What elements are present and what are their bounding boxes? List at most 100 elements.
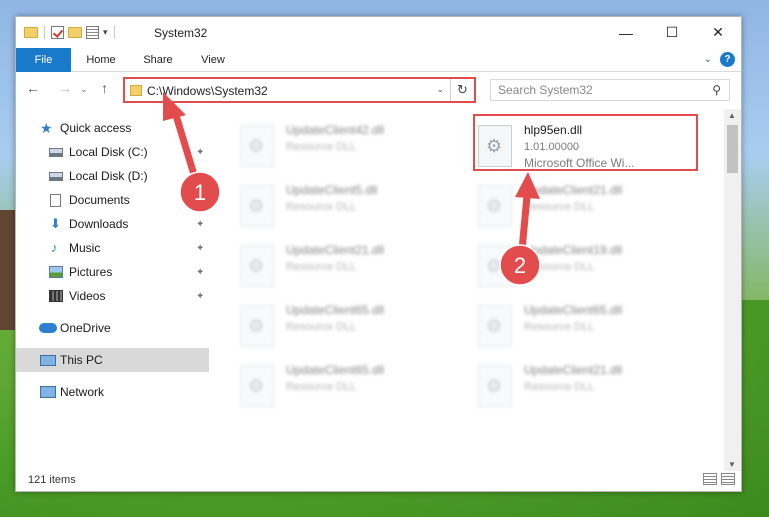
details-view-icon[interactable] [703, 473, 717, 485]
file-type: Resource DLL [524, 321, 595, 333]
address-path[interactable]: C:\Windows\System32 [147, 84, 268, 98]
sidebar-item-videos[interactable]: Videos ✦ [16, 284, 209, 308]
status-bar: 121 items [16, 469, 741, 491]
search-icon[interactable]: ⚲ [712, 83, 721, 97]
address-bar[interactable]: C:\Windows\System32 ⌄ ↻ [123, 77, 476, 103]
toolbar-separator [44, 25, 45, 39]
file-type: Resource DLL [286, 201, 357, 213]
title-bar: ▾ System32 — ☐ ✕ [16, 17, 741, 48]
file-item[interactable]: UpdateClient19.dll Resource DLL [450, 235, 688, 291]
customize-toolbar-dropdown-icon[interactable]: ▾ [103, 27, 108, 38]
tab-share[interactable]: Share [132, 48, 184, 72]
dll-file-icon [240, 185, 274, 227]
video-icon [49, 290, 63, 302]
file-name: UpdateClient21.dll [524, 363, 623, 377]
sidebar-item-this-pc[interactable]: This PC [16, 348, 209, 372]
file-item[interactable]: UpdateClient21.dll Resource DLL [212, 235, 450, 291]
sidebar-item-label: Network [60, 385, 105, 399]
address-dropdown-icon[interactable]: ⌄ [436, 84, 444, 95]
file-item[interactable]: UpdateClient21.dll Resource DLL [450, 175, 688, 231]
folder-icon [24, 26, 38, 38]
file-type: Resource DLL [524, 201, 595, 213]
file-item[interactable]: UpdateClient65.dll Resource DLL [212, 295, 450, 351]
file-item[interactable]: UpdateClient65.dll Resource DLL [450, 295, 688, 351]
scroll-up-arrow-icon[interactable]: ▲ [728, 111, 736, 120]
file-item[interactable]: UpdateClient5.dll Resource DLL [212, 175, 450, 231]
computer-icon [40, 354, 56, 366]
forward-arrow-icon[interactable]: → [58, 80, 72, 96]
navigation-pane: ★ Quick access Local Disk (C:) ✦ Local D… [16, 109, 209, 459]
sidebar-item-local-disk-c[interactable]: Local Disk (C:) ✦ [16, 140, 209, 164]
refresh-icon[interactable]: ↻ [450, 79, 474, 101]
sidebar-item-label: OneDrive [60, 321, 111, 335]
sidebar-item-label: Downloads [69, 217, 129, 231]
tab-view[interactable]: View [188, 48, 238, 72]
drive-icon [49, 171, 63, 181]
sidebar-item-network[interactable]: Network [16, 380, 209, 404]
scroll-down-arrow-icon[interactable]: ▼ [728, 460, 736, 469]
file-name: UpdateClient5.dll [286, 183, 378, 197]
sidebar-item-label: Local Disk (D:) [69, 169, 148, 183]
file-name: UpdateClient42.dll [286, 123, 385, 137]
file-item[interactable]: UpdateClient65.dll Resource DLL [212, 355, 450, 411]
expand-ribbon-chevron-icon[interactable]: ⌄ [704, 54, 712, 65]
file-type: Resource DLL [286, 381, 357, 393]
dll-file-icon [240, 365, 274, 407]
pin-icon[interactable]: ✦ [196, 195, 204, 206]
star-icon: ★ [40, 120, 53, 136]
close-button[interactable]: ✕ [695, 17, 741, 48]
sidebar-item-music[interactable]: ♪ Music ✦ [16, 236, 209, 260]
pin-icon[interactable]: ✦ [196, 147, 204, 158]
file-list: UpdateClient42.dll Resource DLL hlp95en.… [212, 109, 724, 459]
scroll-thumb[interactable] [727, 125, 738, 173]
sidebar-item-documents[interactable]: Documents ✦ [16, 188, 209, 212]
file-type: Resource DLL [524, 261, 595, 273]
search-input[interactable]: Search System32 ⚲ [490, 79, 730, 101]
selected-file-highlight [473, 114, 698, 171]
maximize-button[interactable]: ☐ [649, 17, 695, 48]
dll-file-icon [478, 305, 512, 347]
file-item[interactable]: UpdateClient21.dll Resource DLL [450, 355, 688, 411]
help-icon[interactable]: ? [720, 52, 735, 67]
dll-file-icon [240, 245, 274, 287]
vertical-scrollbar[interactable]: ▲ ▼ [724, 109, 741, 471]
dll-file-icon [478, 365, 512, 407]
download-icon: ⬇ [50, 216, 61, 231]
up-arrow-icon[interactable]: ↑ [101, 80, 108, 96]
file-name: UpdateClient65.dll [286, 363, 385, 377]
sidebar-item-downloads[interactable]: ⬇ Downloads ✦ [16, 212, 209, 236]
properties-check-icon[interactable] [51, 25, 64, 39]
large-icons-view-icon[interactable] [721, 473, 735, 485]
new-folder-icon[interactable] [68, 26, 82, 38]
file-name: UpdateClient19.dll [524, 243, 623, 257]
dll-file-icon [478, 185, 512, 227]
file-explorer-window: ▾ System32 — ☐ ✕ File Home Share View ⌄ … [15, 16, 742, 492]
pin-icon[interactable]: ✦ [196, 267, 204, 278]
recent-locations-dropdown-icon[interactable]: ⌄ [80, 84, 88, 95]
tab-home[interactable]: Home [76, 48, 126, 72]
pin-icon[interactable]: ✦ [196, 219, 204, 230]
pin-icon[interactable]: ✦ [196, 243, 204, 254]
tab-file[interactable]: File [16, 48, 71, 72]
sidebar-item-local-disk-d[interactable]: Local Disk (D:) [16, 164, 209, 188]
navigation-bar: ← → ⌄ ↑ C:\Windows\System32 ⌄ ↻ Search S… [16, 73, 741, 107]
file-item[interactable]: UpdateClient42.dll Resource DLL [212, 115, 450, 171]
sidebar-item-pictures[interactable]: Pictures ✦ [16, 260, 209, 284]
dll-file-icon [478, 245, 512, 287]
sidebar-item-label: Quick access [60, 121, 132, 135]
search-placeholder: Search System32 [498, 83, 593, 97]
sidebar-item-label: Music [69, 241, 101, 255]
sidebar-item-quick-access[interactable]: ★ Quick access [16, 116, 209, 140]
pin-icon[interactable]: ✦ [196, 291, 204, 302]
sidebar-item-label: Documents [69, 193, 130, 207]
minimize-button[interactable]: — [603, 17, 649, 48]
sidebar-item-label: Videos [69, 289, 106, 303]
sidebar-item-label: This PC [60, 353, 103, 367]
drive-icon [49, 147, 63, 157]
sidebar-item-onedrive[interactable]: OneDrive [16, 316, 209, 340]
properties-icon[interactable] [86, 25, 99, 39]
back-arrow-icon[interactable]: ← [26, 80, 40, 96]
view-toggle [703, 473, 735, 485]
ribbon-right-controls: ⌄ ? [704, 52, 735, 67]
file-name: UpdateClient21.dll [286, 243, 385, 257]
